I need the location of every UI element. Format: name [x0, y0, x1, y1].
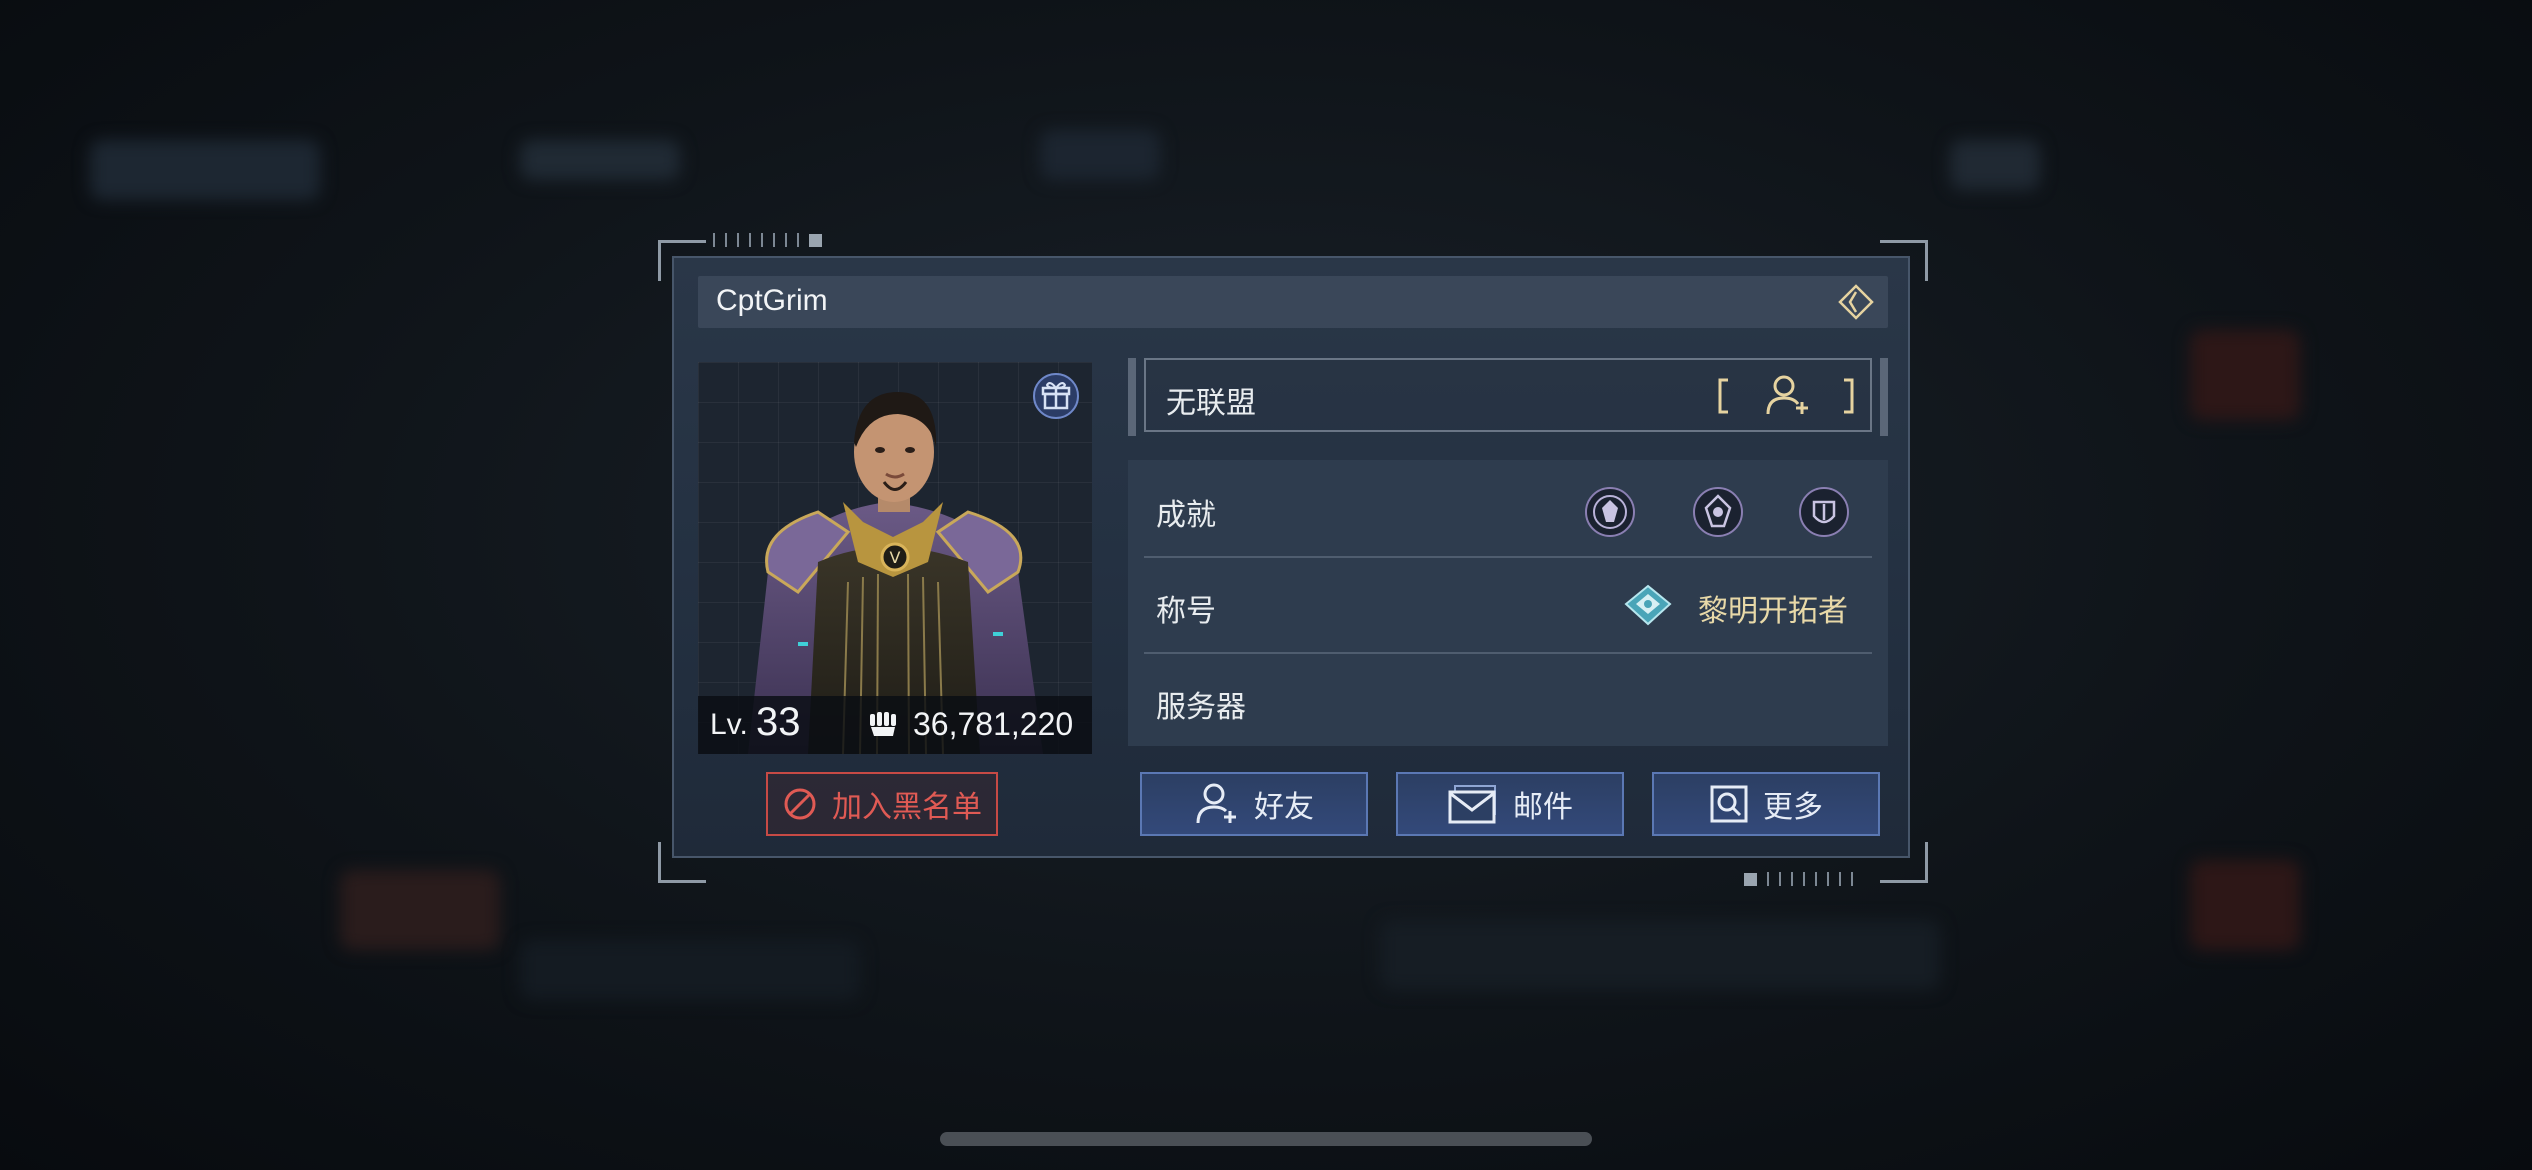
home-indicator[interactable] — [940, 1132, 1592, 1146]
background-element — [1950, 140, 2040, 190]
alliance-row: 无联盟 — [1128, 358, 1888, 436]
fist-icon — [870, 712, 896, 736]
title-emblem-icon — [1624, 584, 1672, 626]
player-info-list: 成就 称号 黎明开拓者 服务器 — [1128, 460, 1888, 746]
background-element — [90, 140, 320, 200]
level-prefix: Lv. — [710, 708, 748, 741]
achievement-badge-icon[interactable] — [1692, 486, 1744, 538]
achievement-badge-icon[interactable] — [1798, 486, 1850, 538]
alliance-status: 无联盟 — [1166, 386, 1256, 421]
svg-text:V: V — [890, 548, 901, 567]
background-element — [1040, 130, 1160, 180]
search-more-icon — [1710, 785, 1748, 823]
title-label: 称号 — [1156, 594, 1216, 629]
blacklist-button[interactable]: 加入黑名单 — [766, 772, 998, 836]
background-element — [1380, 920, 1940, 990]
background-element — [2190, 860, 2300, 950]
player-power: 36,781,220 — [913, 706, 1074, 742]
achievement-badge-icon[interactable] — [1584, 486, 1636, 538]
mail-label: 邮件 — [1513, 790, 1573, 825]
friend-button[interactable]: 好友 — [1140, 772, 1368, 836]
add-user-icon[interactable] — [1716, 370, 1856, 422]
player-stats-bar: Lv. 33 36,781,220 — [698, 696, 1092, 754]
diamond-toggle-icon[interactable] — [1836, 282, 1876, 322]
player-level: 33 — [756, 700, 801, 744]
background-element — [2190, 330, 2300, 420]
title-value: 黎明开拓者 — [1698, 594, 1848, 629]
friend-label: 好友 — [1254, 790, 1314, 825]
add-friend-icon — [1196, 783, 1236, 824]
frame-ticks-top — [713, 233, 822, 247]
mail-icon — [1448, 785, 1496, 824]
frame-ticks-bottom — [1744, 872, 1853, 886]
more-label: 更多 — [1763, 790, 1823, 825]
player-profile-panel: CptGrim V Lv. 33 36,781,220 无联盟 成就 称号 黎明… — [672, 256, 1910, 858]
server-label: 服务器 — [1156, 690, 1246, 725]
background-element — [520, 940, 860, 1000]
block-icon — [784, 788, 816, 820]
background-element — [520, 140, 680, 180]
achievements-label: 成就 — [1156, 498, 1216, 533]
alliance-box: 无联盟 — [1144, 358, 1872, 432]
player-portrait[interactable]: V Lv. 33 36,781,220 — [698, 362, 1092, 754]
more-button[interactable]: 更多 — [1652, 772, 1880, 836]
title-row[interactable]: 称号 黎明开拓者 — [1144, 556, 1872, 654]
profile-title-bar: CptGrim — [698, 276, 1888, 328]
background-element — [340, 870, 500, 950]
player-name: CptGrim — [716, 284, 828, 317]
server-row: 服务器 — [1144, 652, 1872, 748]
achievements-row[interactable]: 成就 — [1144, 460, 1872, 558]
blacklist-label: 加入黑名单 — [832, 790, 982, 825]
alliance-row-edge — [1128, 358, 1136, 436]
mail-button[interactable]: 邮件 — [1396, 772, 1624, 836]
alliance-row-edge — [1880, 358, 1888, 436]
gift-icon[interactable] — [1032, 372, 1080, 420]
